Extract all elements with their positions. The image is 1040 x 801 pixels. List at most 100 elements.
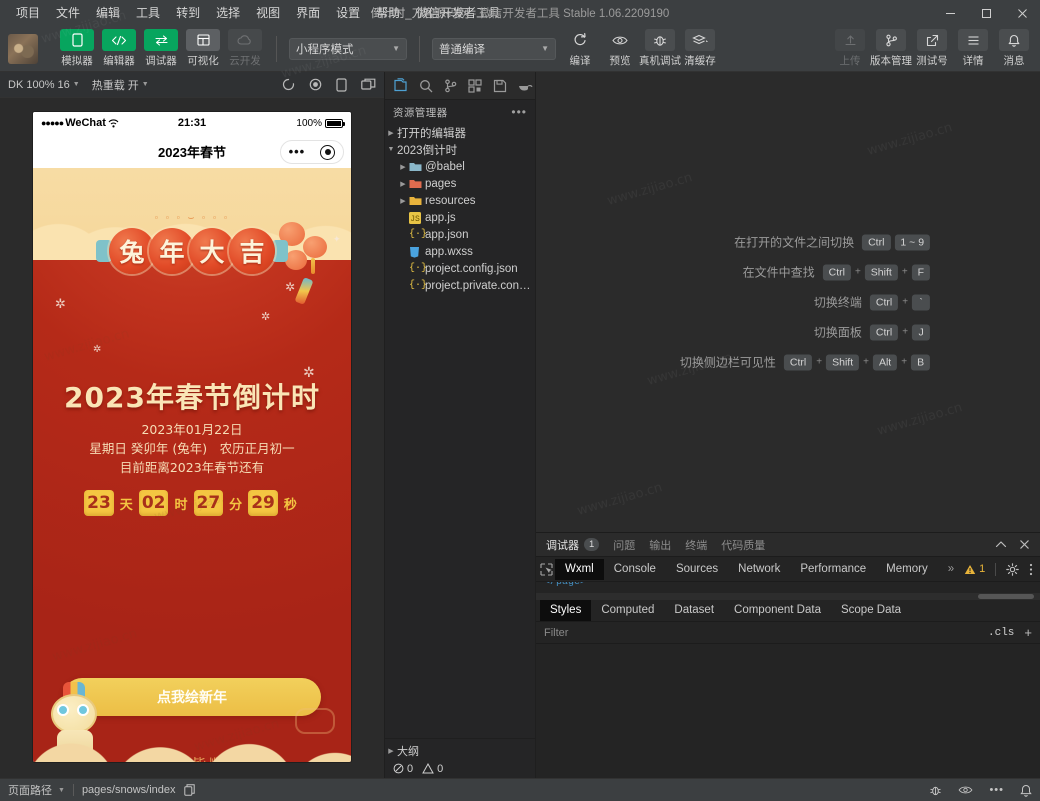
avatar[interactable] [8, 34, 38, 64]
panel-tab-terminal[interactable]: 终端 [685, 537, 707, 553]
messages-button[interactable]: 消息 [996, 29, 1032, 68]
maximize-button[interactable] [968, 0, 1004, 26]
problems-summary[interactable]: 0 0 [385, 759, 535, 778]
refresh-icon[interactable] [282, 78, 295, 91]
copy-icon[interactable] [184, 784, 195, 796]
menu-item-goto[interactable]: 转到 [168, 3, 208, 23]
debugger-toggle-button[interactable]: 调试器 [142, 29, 180, 68]
styles-tab-dataset[interactable]: Dataset [664, 600, 724, 621]
tree-item-label: project.private.config.js... [425, 280, 531, 292]
gear-icon[interactable] [1006, 563, 1019, 576]
mode-select[interactable]: 小程序模式 ▼ [289, 38, 407, 60]
eye-icon[interactable] [958, 785, 973, 795]
tree-item-label: resources [425, 195, 476, 207]
tree-item-project-private-config[interactable]: {·} project.private.config.js... [385, 277, 535, 294]
menu-item-project[interactable]: 项目 [8, 3, 48, 23]
project-root-row[interactable]: ▼ 2023倒计时 [385, 141, 535, 158]
rotate-device-icon[interactable] [336, 78, 347, 92]
styles-tab-scope-data[interactable]: Scope Data [831, 600, 911, 621]
tree-item-resources[interactable]: ▶ resources [385, 192, 535, 209]
compile-select[interactable]: 普通编译 ▼ [432, 38, 556, 60]
panel-tab-output[interactable]: 输出 [649, 537, 671, 553]
add-rule-button[interactable]: + [1024, 625, 1032, 640]
more-icon[interactable]: ••• [989, 784, 1004, 796]
devtools-tab-memory[interactable]: Memory [876, 559, 938, 580]
tree-item-app-js[interactable]: JS app.js [385, 209, 535, 226]
editor-toggle-button[interactable]: 编辑器 [100, 29, 138, 68]
warning-indicator[interactable]: 1 [964, 563, 985, 575]
menu-item-select[interactable]: 选择 [208, 3, 248, 23]
visualize-toggle-button[interactable]: 可视化 [184, 29, 222, 68]
menu-item-interface[interactable]: 界面 [288, 3, 328, 23]
action-button-group: 编译 预览 真机调试 清缓存 [562, 29, 718, 68]
details-button[interactable]: 详情 [955, 29, 991, 68]
outline-header[interactable]: ▶ 大纲 [385, 742, 535, 759]
hot-reload-select[interactable]: 热重载 开 ▼ [92, 77, 149, 93]
minimize-button[interactable] [932, 0, 968, 26]
snowflake-icon: ✲ [93, 344, 101, 355]
test-account-button[interactable]: 测试号 [914, 29, 950, 68]
devtools-tab-performance[interactable]: Performance [790, 559, 876, 580]
filter-input[interactable]: Filter [544, 627, 568, 639]
devtools-more-tabs-icon[interactable]: » [938, 559, 964, 580]
files-icon[interactable] [393, 78, 408, 93]
devtools-tab-sources[interactable]: Sources [666, 559, 728, 580]
styles-tab-styles[interactable]: Styles [540, 600, 591, 621]
menu-item-tools[interactable]: 工具 [128, 3, 168, 23]
extensions-icon[interactable] [468, 79, 482, 93]
tree-item-app-json[interactable]: {·} app.json [385, 226, 535, 243]
close-button[interactable] [1004, 0, 1040, 26]
styles-tab-component-data[interactable]: Component Data [724, 600, 831, 621]
menu-item-devtools[interactable]: 微信开发者工具 [408, 3, 508, 23]
cls-toggle[interactable]: .cls [988, 627, 1014, 639]
panel-tab-problems[interactable]: 问题 [613, 537, 635, 553]
clear-cache-button[interactable]: 清缓存 [682, 29, 718, 68]
search-icon[interactable] [419, 79, 433, 93]
open-editors-row[interactable]: ▶ 打开的编辑器 [385, 124, 535, 141]
devtools-tab-wxml[interactable]: Wxml [555, 559, 604, 580]
panel-tab-code-quality[interactable]: 代码质量 [721, 537, 765, 553]
tree-item-app-wxss[interactable]: app.wxss [385, 243, 535, 260]
menu-icon [958, 29, 988, 51]
save-all-icon[interactable] [493, 79, 507, 93]
tree-item-project-config[interactable]: {·} project.config.json [385, 260, 535, 277]
notifications-icon[interactable] [1020, 784, 1032, 797]
device-select[interactable]: DK 100% 16 ▼ [8, 79, 80, 91]
menu-item-settings[interactable]: 设置 [328, 3, 368, 23]
version-control-button[interactable]: 版本管理 [873, 29, 909, 68]
kebab-menu-icon[interactable] [1029, 563, 1033, 576]
menu-item-view[interactable]: 视图 [248, 3, 288, 23]
tree-item-pages[interactable]: ▶ pages [385, 175, 535, 192]
devtools-tab-network[interactable]: Network [728, 559, 790, 580]
devtools-tab-console[interactable]: Console [604, 559, 666, 580]
cloud-dev-button[interactable]: 云开发 [226, 29, 264, 68]
scrollbar-thumb[interactable] [978, 594, 1034, 599]
docker-icon[interactable] [518, 80, 533, 92]
menu-item-file[interactable]: 文件 [48, 3, 88, 23]
panel-tab-debugger[interactable]: 调试器 1 [546, 537, 599, 553]
menu-item-help[interactable]: 帮助 [368, 3, 408, 23]
upload-button[interactable]: 上传 [832, 29, 868, 68]
tree-item-babel[interactable]: ▶ @babel [385, 158, 535, 175]
capsule-close-icon[interactable] [320, 145, 335, 160]
collapse-icon[interactable] [995, 540, 1007, 549]
close-icon[interactable] [1019, 539, 1030, 550]
inspect-element-icon[interactable] [540, 559, 553, 580]
wxml-tree-strip[interactable]: </page> [536, 582, 1040, 600]
bug-icon[interactable] [929, 784, 942, 797]
multi-window-icon[interactable] [361, 78, 376, 91]
explorer-more-icon[interactable]: ••• [511, 105, 527, 119]
simulator-toggle-button[interactable]: 模拟器 [58, 29, 96, 68]
capsule-more-icon[interactable]: ••• [289, 147, 306, 157]
record-icon[interactable] [309, 78, 322, 91]
styles-tab-computed[interactable]: Computed [591, 600, 664, 621]
source-control-icon[interactable] [444, 79, 457, 93]
phone-status-bar: ●●●●● WeChat 21:31 100% [33, 112, 351, 134]
page-path-select[interactable]: 页面路径 ▼ [8, 782, 65, 798]
compile-button[interactable]: 编译 [562, 29, 598, 68]
horizontal-scrollbar[interactable] [536, 593, 1040, 600]
real-device-debug-button[interactable]: 真机调试 [642, 29, 678, 68]
upload-icon [835, 29, 865, 51]
preview-button[interactable]: 预览 [602, 29, 638, 68]
menu-item-edit[interactable]: 编辑 [88, 3, 128, 23]
